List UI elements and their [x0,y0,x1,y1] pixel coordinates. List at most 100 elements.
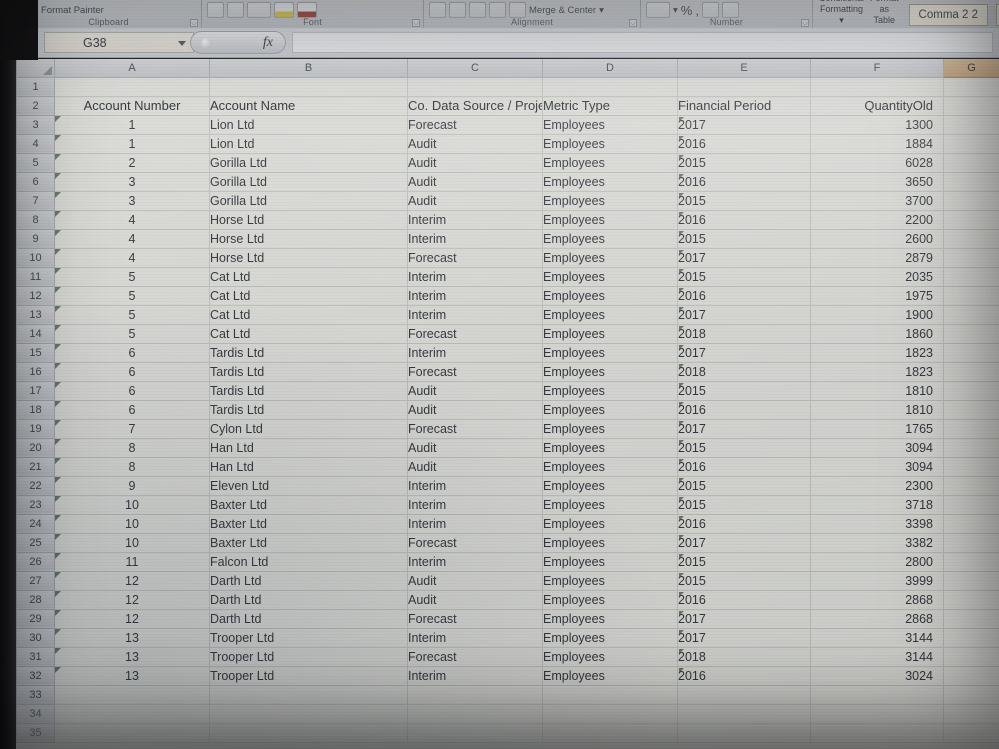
table-row[interactable]: 17 6 Tardis Ltd Audit Employees 2015 1810 [16,380,999,401]
table-row[interactable]: 4 1 Lion Ltd Audit Employees 2016 1884 [16,133,999,154]
cell-D18[interactable]: Employees [542,400,678,420]
cell-E11[interactable]: 2015 [677,267,811,287]
cell-F22[interactable]: 2300 [810,476,944,496]
cell-G33[interactable] [943,685,999,705]
cell-C1[interactable] [407,77,543,97]
cell-A11[interactable]: 5 [54,267,210,287]
cell-D17[interactable]: Employees [542,381,678,401]
row-header-9[interactable]: 9 [16,228,55,249]
cell-A16[interactable]: 6 [54,362,210,382]
cell-D29[interactable]: Employees [542,609,678,629]
table-row[interactable]: 11 5 Cat Ltd Interim Employees 2015 2035 [16,266,999,287]
cell-B30[interactable]: Trooper Ltd [209,628,408,648]
cell-B4[interactable]: Lion Ltd [209,134,408,154]
cell-A2[interactable]: Account Number [54,96,210,116]
column-header-d[interactable]: D [542,59,678,78]
borders-icon[interactable] [247,2,271,18]
row-header-11[interactable]: 11 [16,266,55,287]
cell-D6[interactable]: Employees [542,172,678,192]
table-row[interactable]: 21 8 Han Ltd Audit Employees 2016 3094 [16,456,999,477]
cell-D31[interactable]: Employees [542,647,678,667]
cell-E21[interactable]: 2016 [677,457,811,477]
row-header-35[interactable]: 35 [16,722,55,743]
cell-B19[interactable]: Cylon Ltd [209,419,408,439]
cell-B18[interactable]: Tardis Ltd [209,400,408,420]
cell-style-comma-2-2[interactable]: Comma 2 2 [908,4,988,26]
cell-E2[interactable]: Financial Period [677,96,811,116]
cell-C35[interactable] [407,723,543,743]
table-row[interactable]: 12 5 Cat Ltd Interim Employees 2016 1975 [16,285,999,306]
cell-C30[interactable]: Interim [407,628,543,648]
cell-B14[interactable]: Cat Ltd [209,324,408,344]
cell-B35[interactable] [209,723,408,743]
cell-F27[interactable]: 3999 [810,571,944,591]
cell-A13[interactable]: 5 [54,305,210,325]
cell-B28[interactable]: Darth Ltd [209,590,408,610]
cell-B21[interactable]: Han Ltd [209,457,408,477]
cell-E10[interactable]: 2017 [677,248,811,268]
cell-G21[interactable] [943,457,999,477]
clipboard-dialog-launcher-icon[interactable]: ◡ [190,19,198,27]
font-dialog-launcher-icon[interactable]: ◡ [412,19,420,27]
cell-B3[interactable]: Lion Ltd [209,115,408,135]
row-header-31[interactable]: 31 [16,646,55,667]
cell-C26[interactable]: Interim [407,552,543,572]
cell-C5[interactable]: Audit [407,153,543,173]
row-header-8[interactable]: 8 [16,209,55,230]
row-header-13[interactable]: 13 [16,304,55,325]
table-row[interactable]: 31 13 Trooper Ltd Forecast Employees 2018 3144 [16,646,999,667]
table-row[interactable]: 13 5 Cat Ltd Interim Employees 2017 1900 [16,304,999,325]
cell-D4[interactable]: Employees [542,134,678,154]
row-header-6[interactable]: 6 [16,171,55,192]
cell-F35[interactable] [810,723,944,743]
cell-F34[interactable] [810,704,944,724]
cell-C28[interactable]: Audit [407,590,543,610]
cell-D33[interactable] [542,685,678,705]
cell-C10[interactable]: Forecast [407,248,543,268]
cell-B15[interactable]: Tardis Ltd [209,343,408,363]
row-header-7[interactable]: 7 [16,190,55,211]
cell-D11[interactable]: Employees [542,267,678,287]
alignment-dialog-launcher-icon[interactable]: ◡ [629,19,637,27]
cell-F15[interactable]: 1823 [810,343,944,363]
cell-A14[interactable]: 5 [54,324,210,344]
cell-C34[interactable] [407,704,543,724]
cell-E24[interactable]: 2016 [677,514,811,534]
format-as-table-button[interactable]: Format as Table ▾ [870,0,899,28]
cell-A17[interactable]: 6 [54,381,210,401]
cell-F16[interactable]: 1823 [810,362,944,382]
cell-C31[interactable]: Forecast [407,647,543,667]
cell-B9[interactable]: Horse Ltd [209,229,408,249]
cell-C21[interactable]: Audit [407,457,543,477]
cell-D34[interactable] [542,704,678,724]
italic-icon[interactable] [227,2,244,18]
cell-G14[interactable] [943,324,999,344]
cell-B17[interactable]: Tardis Ltd [209,381,408,401]
cell-D3[interactable]: Employees [542,115,678,135]
number-dialog-launcher-icon[interactable]: ◡ [801,19,809,27]
row-header-4[interactable]: 4 [16,133,55,154]
table-row[interactable]: 26 11 Falcon Ltd Interim Employees 2015 2800 [16,551,999,572]
table-row[interactable]: 14 5 Cat Ltd Forecast Employees 2018 1860 [16,323,999,344]
cell-D19[interactable]: Employees [542,419,678,439]
cell-F3[interactable]: 1300 [810,115,944,135]
cell-C14[interactable]: Forecast [407,324,543,344]
cell-E35[interactable] [677,723,811,743]
cell-F10[interactable]: 2879 [810,248,944,268]
cell-F13[interactable]: 1900 [810,305,944,325]
cell-E16[interactable]: 2018 [677,362,811,382]
cell-F31[interactable]: 3144 [810,647,944,667]
table-row[interactable]: 3 1 Lion Ltd Forecast Employees 2017 1300 [16,114,999,135]
cell-G27[interactable] [943,571,999,591]
cell-E33[interactable] [677,685,811,705]
table-row[interactable]: 16 6 Tardis Ltd Forecast Employees 2018 1823 [16,361,999,382]
row-header-29[interactable]: 29 [16,608,55,629]
cell-D28[interactable]: Employees [542,590,678,610]
cell-D20[interactable]: Employees [542,438,678,458]
cell-E7[interactable]: 2015 [677,191,811,211]
cell-C33[interactable] [407,685,543,705]
cell-E8[interactable]: 2016 [677,210,811,230]
cell-C22[interactable]: Interim [407,476,543,496]
cell-E3[interactable]: 2017 [677,115,811,135]
cell-A32[interactable]: 13 [54,666,210,686]
